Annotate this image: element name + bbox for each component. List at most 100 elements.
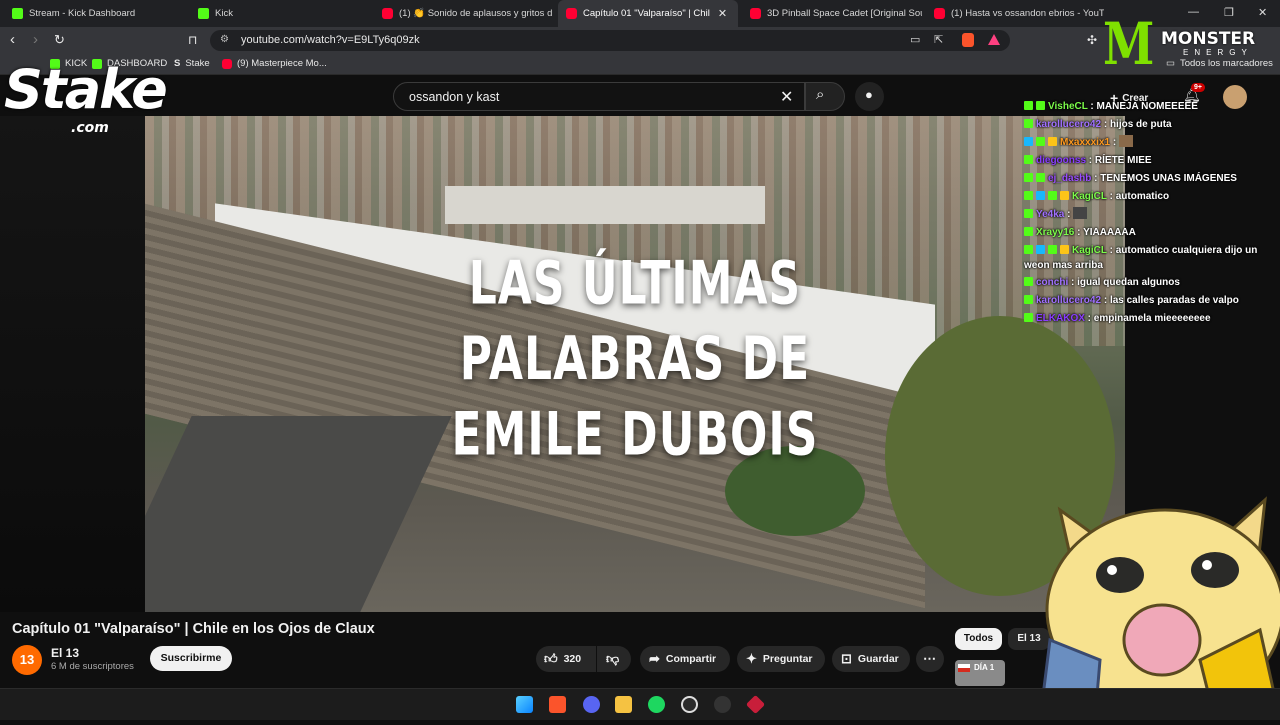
mic-icon: ● (865, 87, 873, 102)
close-icon[interactable]: ✕ (718, 7, 727, 20)
valorant-icon[interactable] (745, 694, 766, 715)
kick-icon (12, 8, 23, 19)
bookmarks-bar: KICK DASHBOARD S Stake (9) Masterpiece M… (0, 54, 1280, 75)
discord-icon[interactable] (583, 696, 600, 713)
browser-tab[interactable]: Stream - Kick Dashboard (4, 0, 184, 27)
related-thumbnail[interactable]: DÍA 1 (955, 660, 1005, 686)
chat-user: diegoonss (1036, 155, 1087, 166)
browser-tab[interactable]: Kick (190, 0, 370, 27)
badge-icon (1048, 191, 1057, 200)
search-icon: ⌕ (816, 86, 825, 103)
chat-message: diegoonss : RÍETE MIEE (1024, 153, 1274, 168)
save-button[interactable]: ⊡ Guardar (832, 646, 910, 672)
chat-message: karollucero42 : hijos de puta (1024, 117, 1274, 132)
like-button[interactable]: 👍︎ 320 (536, 646, 596, 672)
emote-icon (1118, 135, 1133, 147)
spotify-icon[interactable] (648, 696, 665, 713)
tab-label: (1) 👏 Sonido de aplausos y gritos d (399, 8, 553, 19)
site-info-icon[interactable]: ⚙ (220, 34, 229, 45)
cast-icon[interactable]: ▭ (910, 33, 920, 46)
chile-flag-icon (958, 664, 970, 672)
badge-icon (1024, 119, 1033, 128)
monster-claw-icon: M (1103, 10, 1155, 78)
chip-all[interactable]: Todos (955, 628, 1002, 650)
back-icon[interactable]: ‹ (10, 31, 15, 49)
share-icon[interactable]: ⇱ (934, 33, 943, 46)
bookmark-item[interactable]: (9) Masterpiece Mo... (222, 58, 327, 69)
stake-domain: .com (71, 120, 109, 136)
search-button[interactable]: ⌕ (805, 82, 845, 111)
save-playlist-icon: ⊡ (841, 651, 852, 666)
stake-logo: Stake .com (0, 56, 180, 138)
address-bar[interactable]: ⚙ youtube.com/watch?v=E9LTy6q09zk ▭ ⇱ (210, 30, 1010, 51)
app-icon[interactable] (714, 696, 731, 713)
channel-avatar[interactable]: 13 (12, 645, 42, 675)
channel-name[interactable]: El 13 (51, 646, 79, 660)
browser-tab[interactable]: (1) Hasta vs ossandon ebrios - YouTu (926, 0, 1104, 27)
ask-label: Preguntar (762, 653, 813, 665)
share-button[interactable]: ➦ Compartir (640, 646, 730, 672)
dislike-button[interactable]: 👎︎ (597, 646, 631, 672)
search-input[interactable]: ossandon y kast ✕ (393, 82, 805, 111)
badge-icon (1048, 245, 1057, 254)
ask-button[interactable]: ✦ Preguntar (737, 646, 825, 672)
chat-message: VisheCL : MANEJA NOMEEEEE (1024, 99, 1274, 114)
thumbs-down-icon: 👎︎ (606, 651, 620, 666)
clear-search-icon[interactable]: ✕ (780, 87, 793, 107)
cat-avatar-overlay (1038, 490, 1280, 722)
sparkle-icon: ✦ (746, 651, 757, 666)
windows-start-icon[interactable] (516, 696, 533, 713)
browser-tab-strip: Stream - Kick Dashboard Kick (1) 👏 Sonid… (0, 0, 1280, 27)
badge-icon (1024, 155, 1033, 164)
chat-user: KagiCL (1072, 191, 1107, 202)
browser-tab[interactable]: (1) 👏 Sonido de aplausos y gritos d (374, 0, 554, 27)
badge-icon (1024, 277, 1033, 286)
chat-text: automatico (1115, 191, 1170, 202)
chat-user: Mxaxxxix1 (1060, 137, 1111, 148)
save-label: Guardar (857, 653, 899, 665)
chat-message: Xrayy16 : YIAAAAAA (1024, 225, 1274, 240)
more-actions-button[interactable]: ⋯ (916, 646, 944, 672)
browser-tab[interactable]: 3D Pinball Space Cadet [Original Sou (742, 0, 922, 27)
monster-wordmark: MONSTER (1161, 29, 1256, 49)
chat-user: KagiCL (1072, 245, 1107, 256)
overlay-line: EMILE DUBOIS (451, 400, 819, 470)
obs-icon[interactable] (681, 696, 698, 713)
more-icon: ⋯ (923, 651, 936, 666)
file-explorer-icon[interactable] (615, 696, 632, 713)
tab-label: 3D Pinball Space Cadet [Original Sou (767, 8, 922, 19)
video-player[interactable]: LAS ÚLTIMAS PALABRAS DE EMILE DUBOIS (145, 116, 1125, 612)
chat-text: las calles paradas de valpo (1109, 295, 1239, 306)
badge-icon (1060, 191, 1069, 200)
chat-message: conchi : igual quedan algunos (1024, 275, 1274, 290)
browser-tab-active[interactable]: Capítulo 01 "Valparaíso" | Chil ✕ (558, 0, 738, 27)
chat-message: karollucero42 : las calles paradas de va… (1024, 293, 1274, 308)
badge-icon (1036, 101, 1045, 110)
search-query: ossandon y kast (409, 90, 500, 104)
video-title-overlay: LAS ÚLTIMAS PALABRAS DE EMILE DUBOIS (145, 247, 1125, 474)
url-text: youtube.com/watch?v=E9LTy6q09zk (241, 34, 420, 46)
bookmark-icon[interactable]: ⊓ (188, 31, 197, 49)
badge-icon (1024, 137, 1033, 146)
chat-message: KagiCL : automatico (1024, 189, 1274, 204)
brave-rewards-icon[interactable] (988, 34, 1000, 45)
chat-text: RÍETE MIEE (1094, 155, 1152, 166)
chat-message: KagiCL : automatico cualquiera dijo un w… (1024, 245, 1258, 271)
thumbs-up-icon: 👍︎ (544, 651, 558, 666)
thumbnail-label: DÍA 1 (974, 663, 995, 672)
bookmark-label: (9) Masterpiece Mo... (237, 58, 327, 69)
brave-browser-icon[interactable] (549, 696, 566, 713)
badge-icon (1024, 173, 1033, 182)
chat-user: karollucero42 (1036, 295, 1102, 306)
brave-shields-icon[interactable] (962, 33, 974, 47)
voice-search-button[interactable]: ● (855, 82, 884, 111)
extensions-icon[interactable]: ✣ (1087, 31, 1097, 49)
chat-message: ELKAKOX : empinamela mieeeeeeee (1024, 311, 1274, 326)
forward-icon[interactable]: › (33, 31, 38, 49)
overlay-line: LAS ÚLTIMAS (468, 249, 802, 319)
badge-icon (1024, 191, 1033, 200)
subscribe-button[interactable]: Suscribirme (150, 646, 232, 671)
reload-icon[interactable]: ↻ (54, 31, 65, 49)
monster-energy-logo: M MONSTER ENERGY (1103, 15, 1280, 77)
youtube-icon (382, 8, 393, 19)
